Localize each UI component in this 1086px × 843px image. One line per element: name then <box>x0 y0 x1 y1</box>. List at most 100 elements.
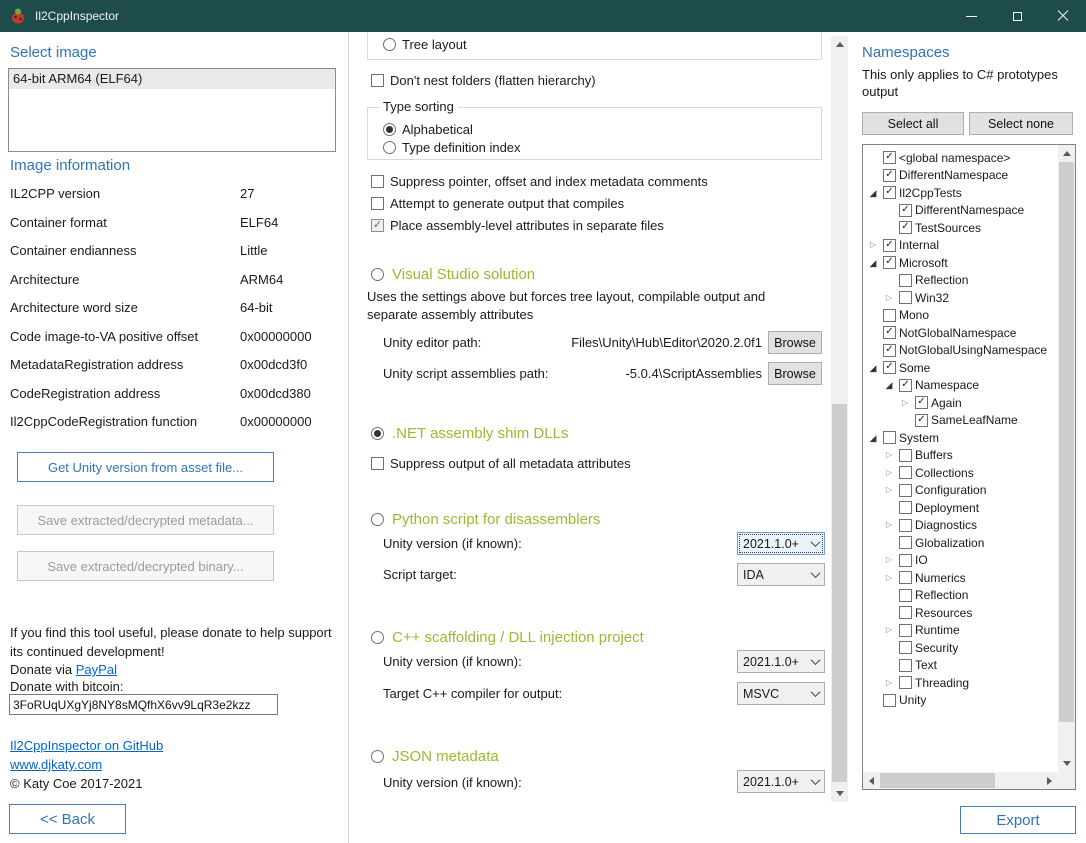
tree-item[interactable]: ▷✓Again <box>864 394 1058 412</box>
tree-checkbox[interactable]: ✓ <box>899 379 912 392</box>
scroll-right-button[interactable] <box>1041 772 1058 789</box>
image-list-item[interactable]: 64-bit ARM64 (ELF64) <box>9 69 335 89</box>
tree-vertical-scrollbar[interactable] <box>1058 145 1075 772</box>
unity-script-assemblies-path-value[interactable]: -5.0.4\ScriptAssemblies <box>505 366 762 381</box>
scrollbar-thumb[interactable] <box>1059 162 1074 722</box>
tree-checkbox[interactable]: ✓ <box>915 414 928 427</box>
tree-item[interactable]: Resources <box>864 604 1058 622</box>
expander-collapsed-icon[interactable]: ▷ <box>866 238 880 252</box>
tree-checkbox[interactable] <box>899 484 912 497</box>
json-metadata-radio[interactable]: JSON metadata <box>371 746 499 766</box>
expander-expanded-icon[interactable]: ◢ <box>866 431 880 445</box>
tree-item[interactable]: ✓<global namespace> <box>864 149 1058 167</box>
tree-checkbox[interactable] <box>899 466 912 479</box>
tree-checkbox[interactable] <box>899 449 912 462</box>
tree-item[interactable]: ✓NotGlobalUsingNamespace <box>864 342 1058 360</box>
separate-assembly-attributes-checkbox[interactable]: ✓ Place assembly-level attributes in sep… <box>371 217 664 233</box>
tree-checkbox[interactable] <box>899 659 912 672</box>
tree-item[interactable]: ▷Collections <box>864 464 1058 482</box>
save-metadata-button[interactable]: Save extracted/decrypted metadata... <box>17 505 274 535</box>
tree-checkbox[interactable] <box>899 624 912 637</box>
github-link[interactable]: Il2CppInspector on GitHub <box>10 738 163 753</box>
python-script-radio[interactable]: Python script for disassemblers <box>371 509 600 529</box>
bitcoin-address-input[interactable] <box>9 694 278 715</box>
tree-item[interactable]: Globalization <box>864 534 1058 552</box>
tree-item[interactable]: ✓DifferentNamespace <box>864 202 1058 220</box>
image-listbox[interactable]: 64-bit ARM64 (ELF64) <box>8 68 336 152</box>
tree-item[interactable]: ◢✓Some <box>864 359 1058 377</box>
tree-layout-radio[interactable]: Tree layout <box>383 36 467 52</box>
tree-checkbox[interactable] <box>899 501 912 514</box>
cpp-scaffolding-radio[interactable]: C++ scaffolding / DLL injection project <box>371 627 644 647</box>
tree-checkbox[interactable] <box>899 571 912 584</box>
tree-item[interactable]: ▷✓Internal <box>864 237 1058 255</box>
tree-checkbox[interactable]: ✓ <box>883 169 896 182</box>
expander-collapsed-icon[interactable]: ▷ <box>882 466 896 480</box>
script-target-select[interactable]: IDA <box>737 563 825 586</box>
tree-checkbox[interactable] <box>883 431 896 444</box>
tree-checkbox[interactable] <box>899 641 912 654</box>
website-link[interactable]: www.djkaty.com <box>10 757 102 772</box>
tree-item[interactable]: ◢✓Il2CppTests <box>864 184 1058 202</box>
browse-assemblies-path-button[interactable]: Browse <box>768 362 822 385</box>
scroll-down-button[interactable] <box>831 785 848 802</box>
select-all-button[interactable]: Select all <box>862 112 964 135</box>
expander-expanded-icon[interactable]: ◢ <box>882 378 896 392</box>
browse-editor-path-button[interactable]: Browse <box>768 331 822 354</box>
attempt-compile-checkbox[interactable]: Attempt to generate output that compiles <box>371 195 624 211</box>
center-scrollbar[interactable] <box>831 36 848 802</box>
save-binary-button[interactable]: Save extracted/decrypted binary... <box>17 551 274 581</box>
tree-checkbox[interactable]: ✓ <box>899 221 912 234</box>
cpp-unity-version-select[interactable]: 2021.1.0+ <box>737 650 825 673</box>
tree-checkbox[interactable]: ✓ <box>883 361 896 374</box>
tree-item[interactable]: ▷Threading <box>864 674 1058 692</box>
shim-dlls-radio[interactable]: .NET assembly shim DLLs <box>371 423 568 443</box>
close-button[interactable] <box>1040 0 1086 32</box>
expander-collapsed-icon[interactable]: ▷ <box>882 291 896 305</box>
type-definition-index-radio[interactable]: Type definition index <box>383 139 521 155</box>
scroll-left-button[interactable] <box>863 772 880 789</box>
maximize-button[interactable] <box>994 0 1040 32</box>
tree-item[interactable]: ▷Diagnostics <box>864 517 1058 535</box>
tree-checkbox[interactable] <box>899 291 912 304</box>
expander-collapsed-icon[interactable]: ▷ <box>882 623 896 637</box>
tree-item[interactable]: ◢✓Namespace <box>864 377 1058 395</box>
tree-item[interactable]: ◢✓Microsoft <box>864 254 1058 272</box>
tree-checkbox[interactable] <box>899 676 912 689</box>
tree-item[interactable]: ▷Buffers <box>864 447 1058 465</box>
scrollbar-thumb[interactable] <box>880 773 995 788</box>
flatten-checkbox[interactable]: Don't nest folders (flatten hierarchy) <box>371 72 596 88</box>
scrollbar-thumb[interactable] <box>832 404 847 782</box>
expander-expanded-icon[interactable]: ◢ <box>866 256 880 270</box>
tree-item[interactable]: ▷IO <box>864 552 1058 570</box>
tree-item[interactable]: Security <box>864 639 1058 657</box>
tree-item[interactable]: Mono <box>864 307 1058 325</box>
visual-studio-radio[interactable]: Visual Studio solution <box>371 264 535 284</box>
unity-editor-path-value[interactable]: Files\Unity\Hub\Editor\2020.2.0f1 <box>505 335 762 350</box>
expander-collapsed-icon[interactable]: ▷ <box>882 483 896 497</box>
minimize-button[interactable] <box>948 0 994 32</box>
python-unity-version-select[interactable]: 2021.1.0+ <box>737 532 825 555</box>
expander-collapsed-icon[interactable]: ▷ <box>882 571 896 585</box>
tree-item[interactable]: ◢System <box>864 429 1058 447</box>
tree-item[interactable]: ▷Configuration <box>864 482 1058 500</box>
alphabetical-radio[interactable]: Alphabetical <box>383 121 473 137</box>
tree-checkbox[interactable]: ✓ <box>883 256 896 269</box>
tree-item[interactable]: ▷Runtime <box>864 622 1058 640</box>
expander-collapsed-icon[interactable]: ▷ <box>882 676 896 690</box>
back-button[interactable]: << Back <box>9 804 126 834</box>
select-none-button[interactable]: Select none <box>969 112 1073 135</box>
cpp-compiler-select[interactable]: MSVC <box>737 682 825 705</box>
tree-checkbox[interactable] <box>899 554 912 567</box>
tree-checkbox[interactable] <box>899 519 912 532</box>
expander-collapsed-icon[interactable]: ▷ <box>882 448 896 462</box>
tree-item[interactable]: ✓SameLeafName <box>864 412 1058 430</box>
tree-checkbox[interactable]: ✓ <box>915 396 928 409</box>
tree-checkbox[interactable]: ✓ <box>883 239 896 252</box>
expander-collapsed-icon[interactable]: ▷ <box>898 396 912 410</box>
tree-checkbox[interactable]: ✓ <box>883 151 896 164</box>
tree-checkbox[interactable]: ✓ <box>899 204 912 217</box>
scroll-up-button[interactable] <box>1058 145 1075 162</box>
tree-checkbox[interactable] <box>899 536 912 549</box>
tree-item[interactable]: ✓TestSources <box>864 219 1058 237</box>
